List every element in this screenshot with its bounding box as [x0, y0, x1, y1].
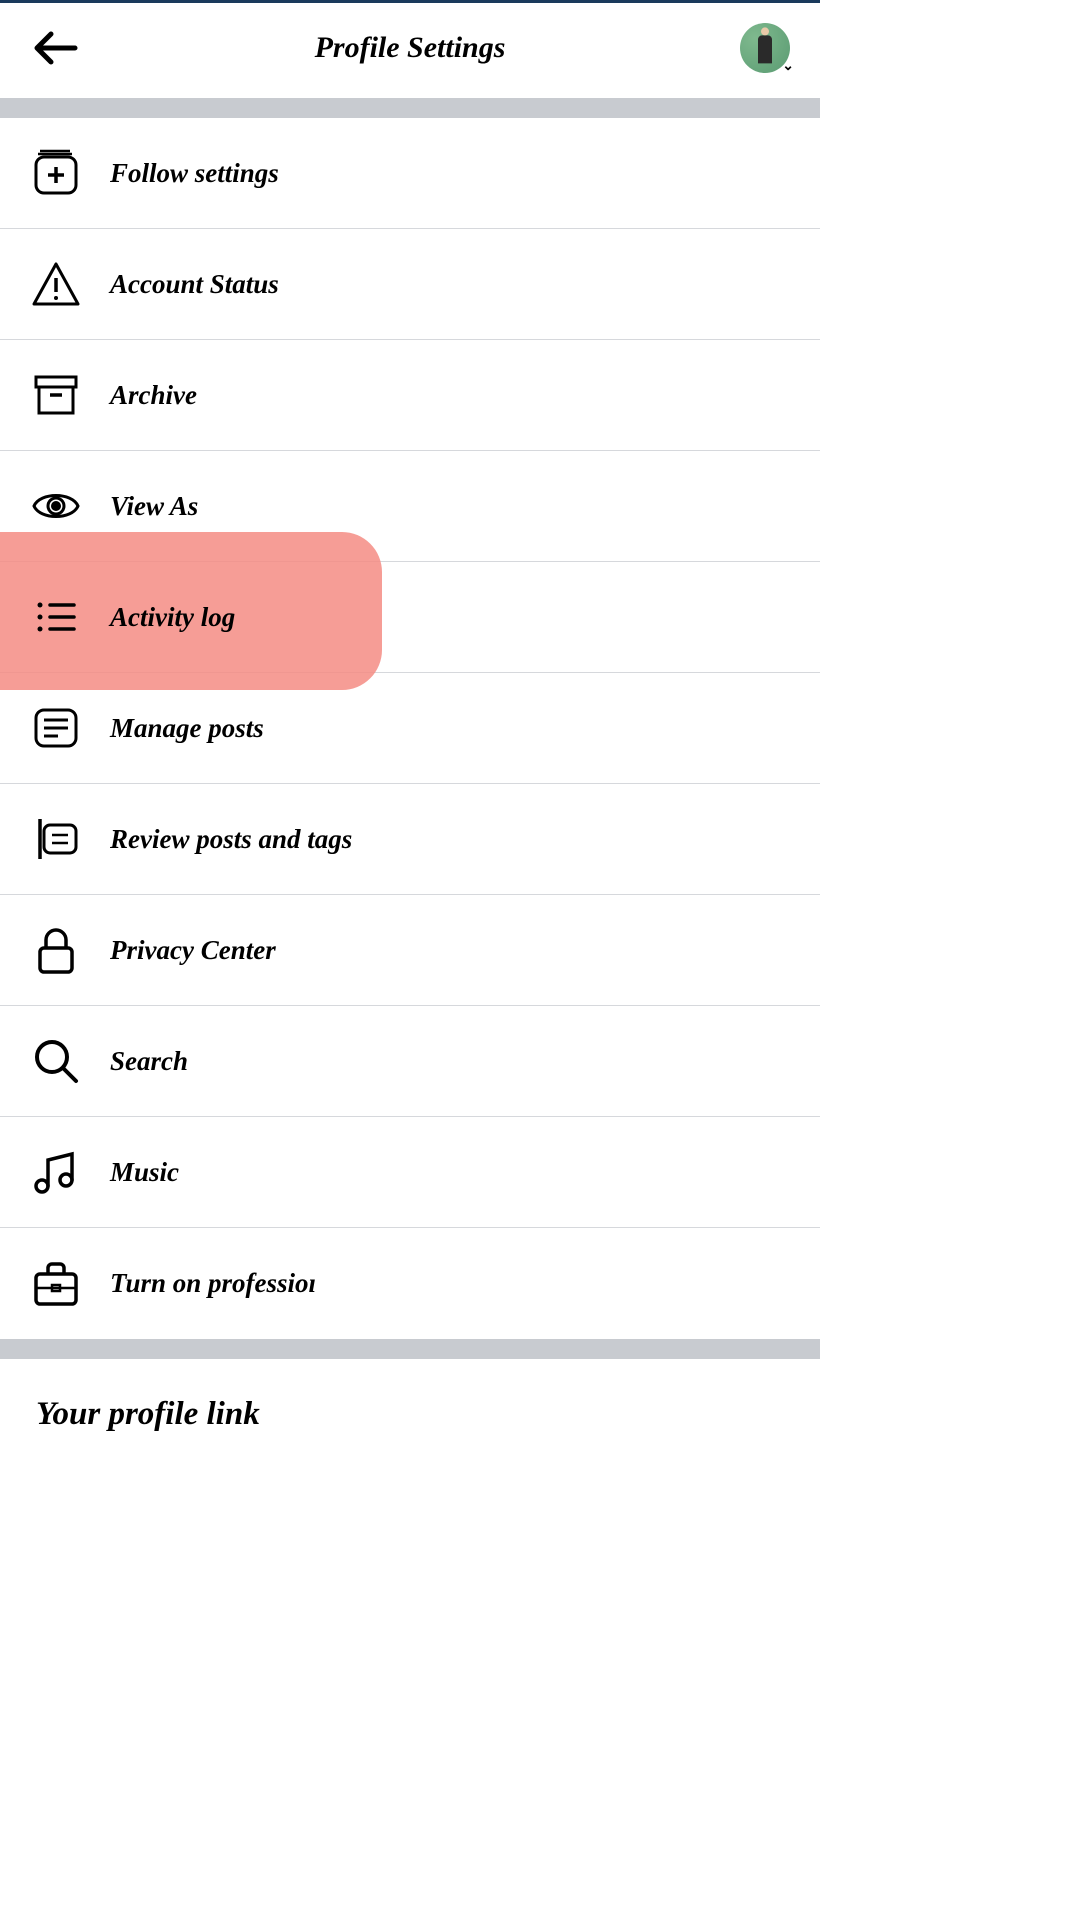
- back-button[interactable]: [30, 28, 80, 68]
- section-divider: [0, 98, 820, 118]
- music-icon: [28, 1144, 84, 1200]
- menu-item-follow-settings[interactable]: Follow settings: [0, 118, 820, 229]
- menu-item-music[interactable]: Music: [0, 1117, 820, 1228]
- menu-item-review-posts-tags[interactable]: Review posts and tags: [0, 784, 820, 895]
- menu-label: Search: [110, 1046, 188, 1077]
- search-icon: [28, 1033, 84, 1089]
- menu-label: Activity log: [110, 602, 235, 633]
- back-arrow-icon: [31, 28, 79, 68]
- review-tags-icon: [28, 811, 84, 867]
- menu-label: Account Status: [110, 269, 279, 300]
- menu-label: Review posts and tags: [110, 824, 352, 855]
- warning-icon: [28, 256, 84, 312]
- follow-plus-icon: [28, 145, 84, 201]
- section-divider: [0, 1339, 820, 1359]
- profile-link-section-title: Your profile link: [0, 1359, 820, 1433]
- menu-label: Music: [110, 1157, 179, 1188]
- menu-label: Manage posts: [110, 713, 264, 744]
- menu-item-privacy-center[interactable]: Privacy Center: [0, 895, 820, 1006]
- chevron-down-icon: ⌄: [782, 58, 794, 75]
- briefcase-icon: [28, 1256, 84, 1312]
- header: Profile Settings ⌄: [0, 3, 820, 98]
- manage-posts-icon: [28, 700, 84, 756]
- menu-label: Follow settings: [110, 158, 279, 189]
- list-icon: [28, 589, 84, 645]
- menu-label: Archive: [110, 380, 197, 411]
- lock-icon: [28, 922, 84, 978]
- menu-label: Privacy Center: [110, 935, 276, 966]
- menu-item-archive[interactable]: Archive: [0, 340, 820, 451]
- archive-box-icon: [28, 367, 84, 423]
- menu-item-activity-log[interactable]: Activity log: [0, 562, 820, 673]
- menu-item-manage-posts[interactable]: Manage posts: [0, 673, 820, 784]
- eye-icon: [28, 478, 84, 534]
- menu-label: Turn on professioı: [110, 1268, 316, 1299]
- profile-avatar-button[interactable]: ⌄: [740, 23, 790, 73]
- menu-label: View As: [110, 491, 198, 522]
- settings-menu-list: Follow settings Account Status Archive: [0, 118, 820, 1339]
- page-title: Profile Settings: [80, 31, 740, 65]
- menu-item-account-status[interactable]: Account Status: [0, 229, 820, 340]
- menu-item-search[interactable]: Search: [0, 1006, 820, 1117]
- menu-item-professional-mode[interactable]: Turn on professioı: [0, 1228, 820, 1339]
